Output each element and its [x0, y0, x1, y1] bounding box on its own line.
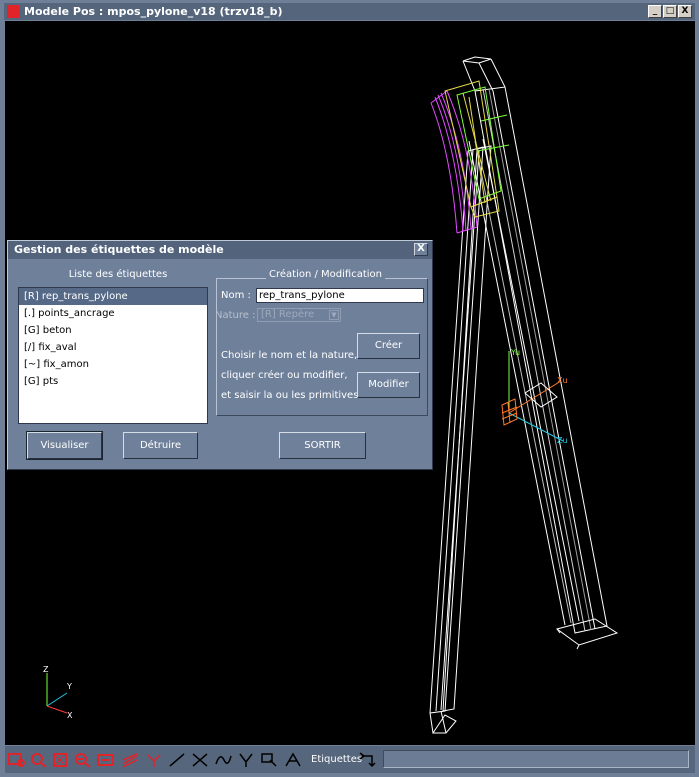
tree-icon[interactable]: [237, 752, 255, 768]
zoom-window-icon[interactable]: [8, 752, 26, 768]
nature-select[interactable]: [R] Repère ▼: [257, 308, 341, 322]
frame-label-w: Zu: [557, 436, 568, 445]
list-item[interactable]: [~] fix_amon: [19, 356, 207, 373]
detruire-button[interactable]: Détruire: [123, 432, 198, 459]
rotate-icon[interactable]: [121, 752, 139, 768]
label-manager-dialog: Gestion des étiquettes de modèle X Liste…: [7, 240, 433, 470]
zoom-out-icon[interactable]: [74, 752, 92, 768]
dialog-close-button[interactable]: X: [414, 243, 428, 256]
list-item[interactable]: [G] pts: [19, 373, 207, 390]
list-item[interactable]: [/] fix_aval: [19, 339, 207, 356]
left-leg: [429, 145, 492, 734]
zoom-in-icon[interactable]: [30, 752, 48, 768]
list-item[interactable]: [.] points_ancrage: [19, 305, 207, 322]
right-leg: [462, 56, 619, 650]
window-title: Modele Pos : mpos_pylone_v18 (trzv18_b): [24, 5, 283, 18]
axis-x-label: X: [67, 711, 73, 720]
group-title: Création / Modification: [266, 269, 385, 280]
dialog-title-bar[interactable]: Gestion des étiquettes de modèle X: [8, 241, 432, 259]
zoom-fit-icon[interactable]: [52, 752, 70, 768]
axis-triad: [46, 673, 68, 714]
magenta-curve: [430, 90, 478, 234]
list-item[interactable]: [R] rep_trans_pylone: [19, 288, 207, 305]
title-bar[interactable]: Modele Pos : mpos_pylone_v18 (trzv18_b) …: [4, 3, 695, 20]
select-icon[interactable]: [260, 752, 278, 768]
pan-icon[interactable]: [97, 752, 115, 768]
etiquettes-label[interactable]: Etiquettes: [311, 754, 362, 765]
modifier-button[interactable]: Modifier: [357, 372, 420, 398]
multi-rotate-icon[interactable]: [145, 752, 163, 768]
swap-icon[interactable]: [359, 752, 377, 768]
visualiser-button[interactable]: Visualiser: [26, 431, 103, 460]
axis-z-label: Z: [43, 665, 49, 674]
help-line-1: Choisir le nom et la nature,: [221, 350, 358, 361]
main-window: Modele Pos : mpos_pylone_v18 (trzv18_b) …: [0, 0, 699, 777]
close-button[interactable]: X: [678, 5, 692, 18]
list-title: Liste des étiquettes: [68, 269, 168, 280]
creer-button[interactable]: Créer: [357, 333, 420, 359]
line-icon[interactable]: [168, 752, 186, 768]
frame-label-u: Xu: [557, 376, 568, 385]
node-icon[interactable]: [191, 752, 209, 768]
dialog-title: Gestion des étiquettes de modèle: [14, 243, 224, 256]
nature-value: [R] Repère: [261, 309, 315, 320]
axis-y-label: Y: [66, 682, 72, 691]
sortir-button[interactable]: SORTIR: [279, 432, 366, 459]
annotate-icon[interactable]: [284, 752, 302, 768]
status-field: [383, 750, 689, 768]
app-icon: [7, 5, 20, 18]
list-item[interactable]: [G] beton: [19, 322, 207, 339]
minimize-button[interactable]: _: [648, 5, 662, 18]
frame-label-v: Yu: [510, 348, 520, 357]
bottom-toolbar: Etiquettes: [5, 746, 695, 773]
curve-icon[interactable]: [214, 752, 232, 768]
nom-input[interactable]: rep_trans_pylone: [256, 288, 424, 303]
help-line-3: et saisir la ou les primitives.: [221, 390, 362, 401]
nom-label: Nom :: [221, 290, 251, 301]
nature-label: Nature :: [215, 310, 256, 321]
help-line-2: cliquer créer ou modifier,: [221, 370, 348, 381]
maximize-button[interactable]: □: [663, 5, 677, 18]
chevron-down-icon: ▼: [329, 310, 339, 320]
label-list[interactable]: [R] rep_trans_pylone [.] points_ancrage …: [18, 287, 208, 424]
